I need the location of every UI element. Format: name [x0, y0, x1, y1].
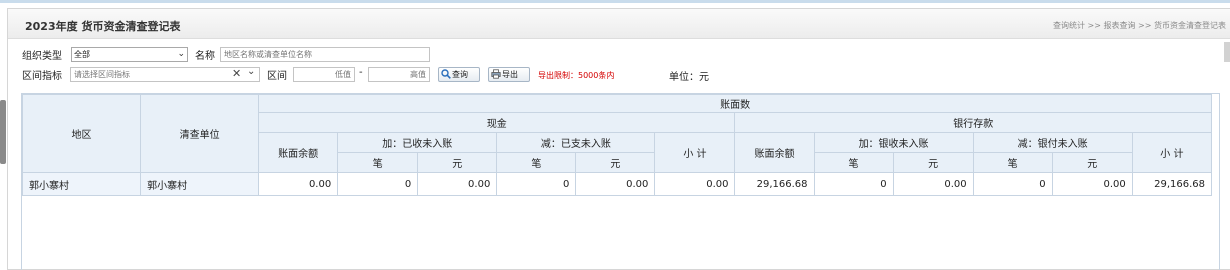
cell-bank-balance: 29,166.68 [734, 172, 815, 196]
top-accent-line [0, 0, 1230, 3]
col-header-count: 笔 [337, 152, 419, 173]
chevron-down-icon: ⌄ [177, 49, 185, 59]
col-header-bank-subtotal: 小 计 [1131, 132, 1213, 173]
query-button[interactable]: 查询 [438, 67, 480, 82]
interval-high-input[interactable] [368, 67, 430, 82]
export-limit-note: 导出限制：5000条内 [538, 71, 615, 80]
cell-bank-add-amount: 0.00 [892, 172, 974, 196]
cell-bank-sub-count: 0 [972, 172, 1053, 196]
interval-low-input[interactable] [293, 67, 355, 82]
group-header-book: 账面数 [258, 94, 1212, 113]
col-header-cash-sub: 减：已支未入账 [496, 132, 656, 153]
col-header-cash-subtotal: 小 计 [654, 132, 736, 173]
clear-icon[interactable]: ✕ [232, 67, 241, 80]
col-header-cash-add: 加：已收未入账 [337, 132, 498, 153]
col-header-unit[interactable]: 清查单位 [140, 94, 260, 173]
interval-label: 区间 [267, 71, 287, 82]
cell-unit: 郭小寨村 [140, 172, 260, 196]
cell-bank-add-count: 0 [813, 172, 894, 196]
cell-cash-subtotal: 0.00 [654, 172, 736, 196]
col-header-count: 笔 [496, 152, 577, 173]
report-table-container: 地区 清查单位 账面数 现金 银行存款 账面余额 加：已收未入账 减：已支未入账… [21, 93, 1220, 270]
cell-region: 郭小寨村 [21, 172, 142, 196]
cell-cash-add-amount: 0.00 [417, 172, 498, 196]
interval-separator: - [359, 67, 363, 78]
chevron-down-icon[interactable]: ⌄ [247, 66, 255, 77]
col-header-bank-balance: 账面余额 [734, 132, 815, 173]
report-table: 地区 清查单位 账面数 现金 银行存款 账面余额 加：已收未入账 减：已支未入账… [21, 94, 1213, 196]
col-header-bank-sub: 减：银付未入账 [972, 132, 1133, 153]
org-type-value: 全部 [74, 50, 90, 59]
cell-cash-add-count: 0 [337, 172, 419, 196]
name-label: 名称 [195, 51, 215, 62]
cell-bank-sub-amount: 0.00 [1051, 172, 1133, 196]
table-row[interactable]: 郭小寨村 郭小寨村 0.00 0 0.00 0 0.00 0.00 29,166… [21, 172, 1213, 196]
page-title: 2023年度 货币资金清查登记表 [25, 20, 181, 33]
org-type-select[interactable]: 全部 ⌄ [71, 47, 188, 62]
col-header-bank-add: 加：银收未入账 [813, 132, 974, 153]
col-header-amount: 元 [417, 152, 498, 173]
unit-label: 单位：元 [669, 72, 709, 83]
group-header-bank: 银行存款 [734, 112, 1212, 133]
col-header-amount: 元 [1051, 152, 1133, 173]
printer-icon [491, 69, 501, 79]
query-button-label: 查询 [452, 70, 468, 79]
cell-cash-sub-amount: 0.00 [575, 172, 656, 196]
col-header-count: 笔 [813, 152, 894, 173]
col-header-count: 笔 [972, 152, 1053, 173]
interval-indicator-label: 区间指标 [22, 71, 62, 82]
panel-header: 2023年度 货币资金清查登记表 查询统计 >> 报表查询 >> 货币资金清查登… [8, 9, 1230, 39]
cell-cash-balance: 0.00 [258, 172, 339, 196]
left-splitter-handle[interactable] [0, 100, 6, 164]
vertical-scrollbar-thumb[interactable] [1224, 42, 1230, 62]
export-button-label: 导出 [502, 70, 518, 79]
breadcrumb: 查询统计 >> 报表查询 >> 货币资金清查登记表 [1053, 21, 1226, 30]
col-header-region[interactable]: 地区 [21, 94, 142, 173]
col-header-cash-balance: 账面余额 [258, 132, 339, 173]
export-button[interactable]: 导出 [488, 67, 530, 82]
cell-cash-sub-count: 0 [496, 172, 577, 196]
org-type-label: 组织类型 [22, 51, 62, 62]
cell-bank-subtotal: 29,166.68 [1131, 172, 1213, 196]
name-search-input[interactable] [220, 47, 430, 62]
search-icon [441, 69, 451, 79]
col-header-amount: 元 [892, 152, 974, 173]
group-header-cash: 现金 [258, 112, 736, 133]
col-header-amount: 元 [575, 152, 656, 173]
